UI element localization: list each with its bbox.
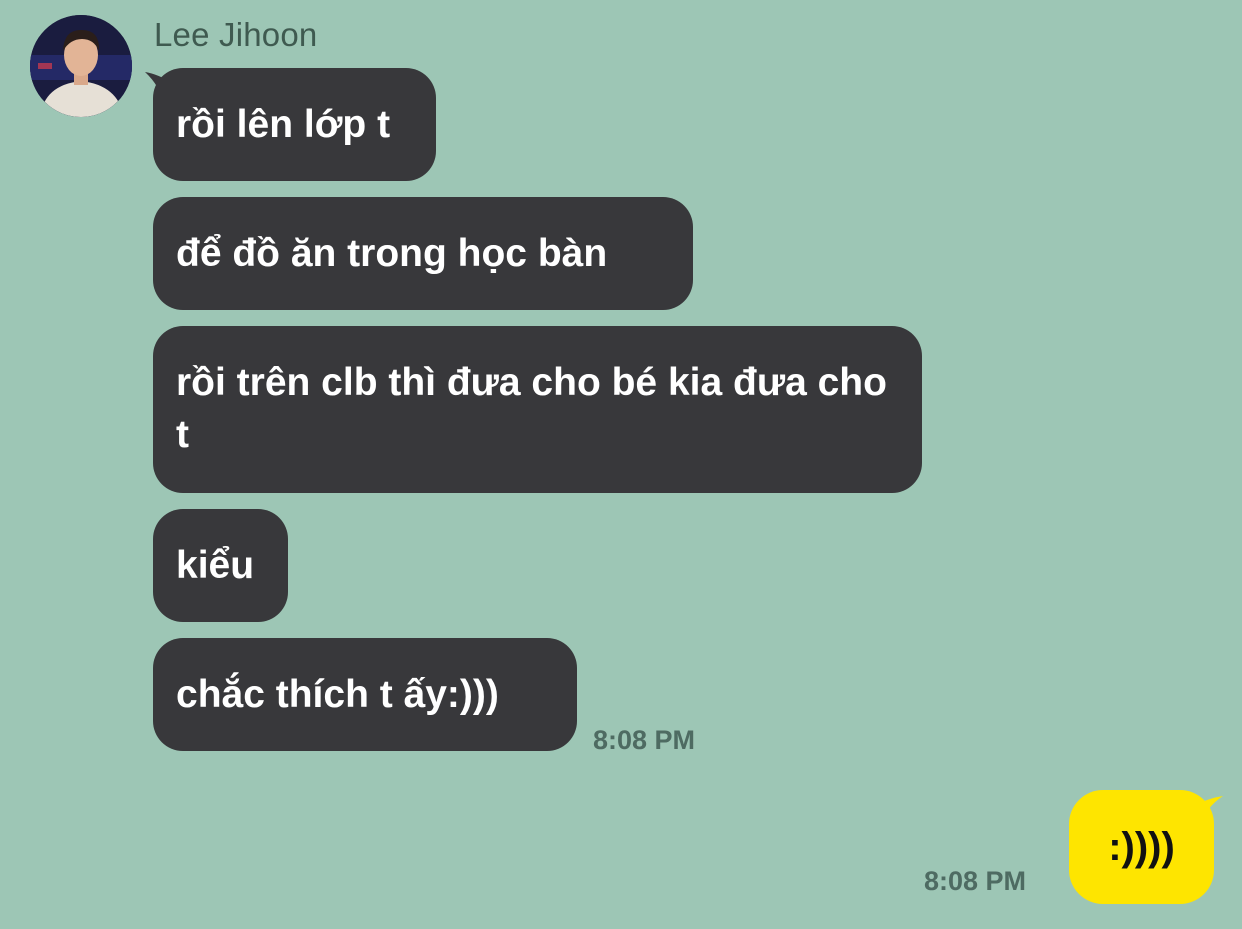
incoming-message-bubble[interactable]: kiểu	[153, 509, 288, 622]
message-text: kiểu	[176, 543, 255, 587]
sender-name: Lee Jihoon	[154, 16, 318, 53]
avatar-photo-icon	[30, 15, 132, 117]
incoming-message-bubble[interactable]: để đồ ăn trong học bàn	[153, 197, 693, 310]
outgoing-timestamp: 8:08 PM	[924, 866, 1027, 896]
outgoing-message-bubble[interactable]: :))))	[1069, 790, 1214, 904]
message-text: để đồ ăn trong học bàn	[176, 231, 608, 275]
incoming-timestamp: 8:08 PM	[593, 725, 696, 755]
incoming-message-bubble[interactable]: rồi trên clb thì đưa cho bé kia đưa cho …	[153, 326, 922, 493]
incoming-message-bubble[interactable]: chắc thích t ấy:)))	[153, 638, 577, 751]
message-text: chắc thích t ấy:)))	[176, 672, 499, 716]
incoming-message-bubble[interactable]: rồi lên lớp t	[153, 68, 436, 181]
message-text: :))))	[1108, 824, 1175, 869]
chat-view: Lee Jihoon rồi lên lớp t để đồ ăn trong …	[0, 0, 1242, 929]
sender-avatar[interactable]	[30, 15, 132, 117]
message-text: rồi trên clb thì đưa cho bé kia đưa cho …	[176, 361, 887, 456]
message-text: rồi lên lớp t	[176, 102, 391, 146]
